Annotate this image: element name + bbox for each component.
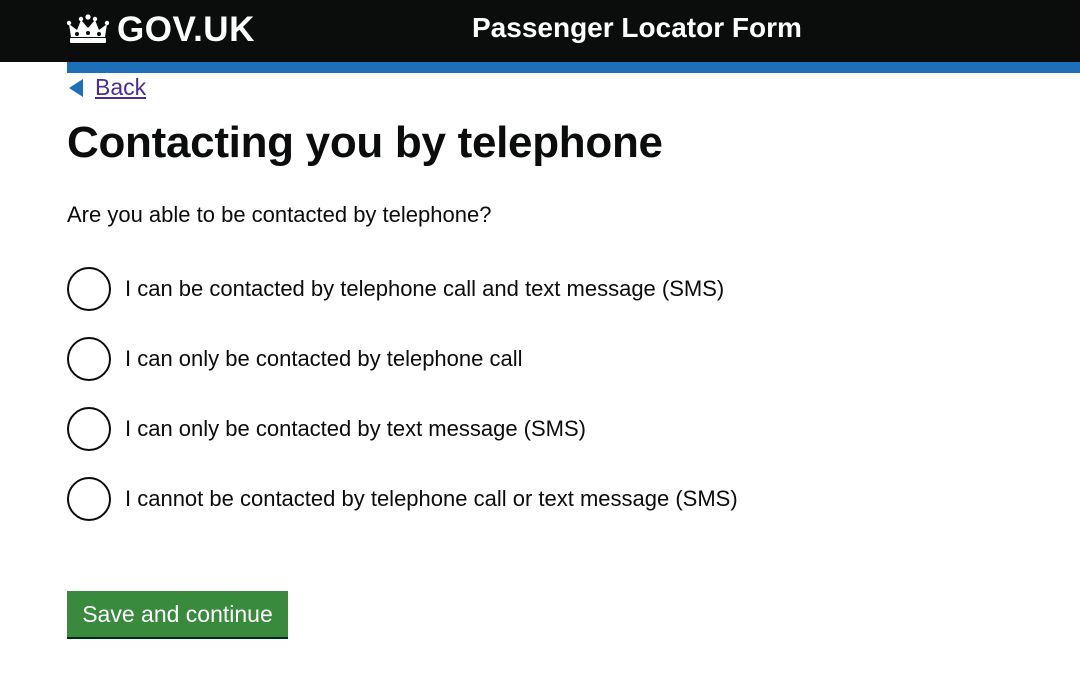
page-title: Contacting you by telephone (67, 118, 663, 167)
radio-label[interactable]: I can only be contacted by telephone cal… (125, 346, 523, 372)
save-and-continue-button[interactable]: Save and continue (67, 591, 288, 637)
radio-label[interactable]: I cannot be contacted by telephone call … (125, 486, 738, 512)
radio-option-no-contact[interactable]: I cannot be contacted by telephone call … (67, 475, 738, 523)
back-link-label[interactable]: Back (95, 74, 146, 101)
back-link[interactable]: Back (69, 74, 146, 101)
header-accent-bar (67, 62, 1080, 73)
crown-icon (67, 14, 109, 43)
radio-button[interactable] (67, 267, 111, 311)
logo-text: GOV.UK (117, 10, 255, 49)
radio-button[interactable] (67, 407, 111, 451)
service-name-link[interactable]: Passenger Locator Form (472, 12, 802, 44)
radio-label[interactable]: I can be contacted by telephone call and… (125, 276, 724, 302)
question-label: Are you able to be contacted by telephon… (67, 202, 492, 227)
radio-option-call-only[interactable]: I can only be contacted by telephone cal… (67, 335, 523, 383)
radio-option-call-and-sms[interactable]: I can be contacted by telephone call and… (67, 265, 724, 313)
govuk-logo-link[interactable]: GOV.UK (67, 10, 255, 50)
radio-label[interactable]: I can only be contacted by text message … (125, 416, 586, 442)
radio-button[interactable] (67, 337, 111, 381)
radio-option-sms-only[interactable]: I can only be contacted by text message … (67, 405, 586, 453)
site-header: GOV.UK Passenger Locator Form (0, 0, 1080, 62)
radio-button[interactable] (67, 477, 111, 521)
triangle-left-icon (69, 78, 83, 97)
